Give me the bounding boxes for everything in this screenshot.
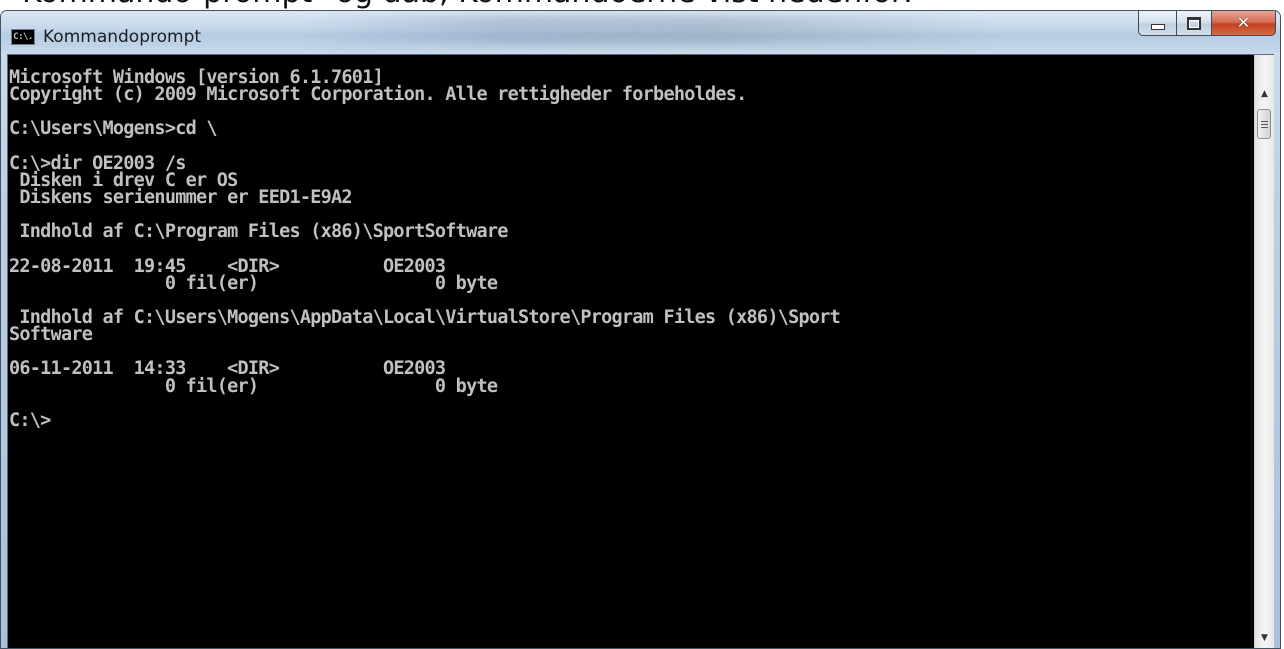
console-line: Software (9, 324, 93, 346)
grip-line (1260, 123, 1268, 125)
close-button[interactable]: ✕ (1212, 11, 1276, 36)
console-area[interactable]: Microsoft Windows [version 6.1.7601] Copy… (7, 54, 1274, 648)
scroll-down-button[interactable]: ▼ (1255, 629, 1274, 647)
console-icon[interactable]: C:\. (11, 29, 35, 45)
console-output: Microsoft Windows [version 6.1.7601] Copy… (9, 68, 1249, 431)
console-line: 0 fil(er) 0 byte (9, 272, 498, 294)
console-prompt: C:\> (9, 409, 51, 431)
chevron-down-icon: ▼ (1261, 633, 1268, 643)
title-bar[interactable]: C:\. Kommandoprompt ✕ (1, 11, 1280, 53)
command-prompt-window: C:\. Kommandoprompt ✕ Microsoft Windows … (0, 10, 1281, 649)
chevron-up-icon: ▲ (1261, 89, 1268, 99)
grip-line (1260, 120, 1268, 122)
console-line: Indhold af C:\Users\Mogens\AppData\Local… (9, 306, 841, 328)
console-line: 06-11-2011 14:33 <DIR> OE2003 (9, 358, 446, 380)
console-line: Diskens serienummer er EED1-E9A2 (9, 186, 352, 208)
scroll-up-button[interactable]: ▲ (1255, 85, 1274, 103)
console-line: Indhold af C:\Program Files (x86)\SportS… (9, 221, 508, 243)
window-title: Kommandoprompt (43, 27, 202, 47)
scroll-thumb[interactable] (1257, 109, 1271, 139)
window-controls: ✕ (1138, 11, 1276, 36)
minimize-icon (1150, 24, 1165, 30)
maximize-button[interactable] (1176, 11, 1212, 36)
grip-line (1260, 126, 1268, 128)
close-icon: ✕ (1236, 13, 1251, 32)
vertical-scrollbar[interactable]: ▲ ▼ (1254, 55, 1274, 648)
console-line: Copyright (c) 2009 Microsoft Corporation… (9, 84, 747, 106)
maximize-icon (1187, 16, 1201, 30)
minimize-button[interactable] (1138, 11, 1176, 36)
console-line: C:\Users\Mogens>cd \ (9, 118, 218, 140)
console-line: 0 fil(er) 0 byte (9, 375, 498, 397)
